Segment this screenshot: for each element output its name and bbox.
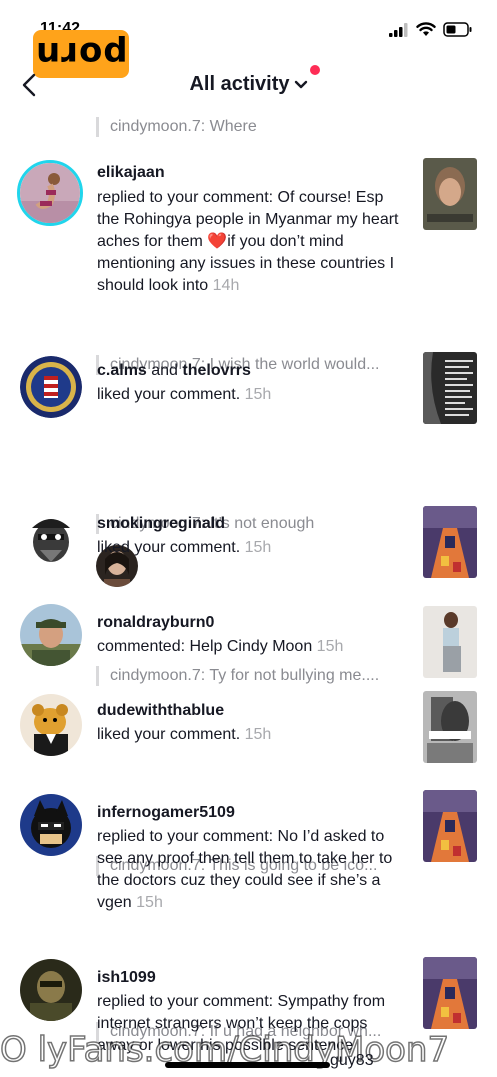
avatar[interactable]	[20, 506, 82, 568]
video-thumbnail[interactable]	[423, 691, 477, 763]
username-group: c.alms and thelovrrs	[97, 362, 251, 379]
signal-icon	[389, 22, 408, 37]
avatar[interactable]	[20, 959, 82, 1021]
thumbnail-image	[423, 957, 477, 1029]
timestamp: 14h	[212, 277, 240, 294]
chevron-down-icon	[294, 80, 307, 88]
timestamp: 15h	[316, 638, 344, 655]
avatar-image	[20, 163, 80, 223]
timestamp: 15h	[136, 894, 163, 911]
home-indicator[interactable]	[165, 1062, 330, 1068]
avatar[interactable]	[20, 356, 82, 418]
activity-text: replied to your comment: Of course! Esp …	[97, 189, 399, 294]
video-thumbnail[interactable]	[423, 957, 477, 1029]
avatar[interactable]	[17, 160, 83, 226]
avatar[interactable]	[20, 794, 82, 856]
activity-text: liked your comment. 15h	[97, 726, 272, 743]
avatar-image	[20, 694, 82, 756]
activity-text: replied to your comment: No I’d asked to…	[97, 828, 393, 911]
thumbnail-image	[423, 691, 477, 763]
page-title: All activity	[189, 73, 290, 95]
username[interactable]: ronaldrayburn0	[97, 614, 214, 632]
watermark-overlay: guy83	[330, 1052, 374, 1069]
thumbnail-image	[423, 352, 477, 424]
comment-quote[interactable]: cindymoon.7: Where	[96, 117, 257, 137]
username[interactable]: elikajaan	[97, 164, 165, 182]
thumbnail-image	[423, 606, 477, 678]
activity-text: liked your comment. 15h	[97, 539, 272, 556]
timestamp: 15h	[244, 539, 272, 556]
activity-text: commented: Help Cindy Moon 15h	[97, 638, 344, 655]
thumbnail-image	[423, 790, 477, 862]
username[interactable]: smokingreginald	[97, 515, 225, 533]
timestamp: 15h	[244, 726, 272, 743]
battery-icon	[443, 22, 472, 37]
username[interactable]: thelovrrs	[182, 362, 250, 379]
activity-text: liked your comment. 15h	[97, 386, 272, 403]
avatar[interactable]	[20, 604, 82, 666]
avatar-image	[20, 794, 82, 856]
status-icons	[389, 22, 473, 37]
username[interactable]: c.alms	[97, 362, 147, 379]
avatar[interactable]	[20, 694, 82, 756]
username[interactable]: ish1099	[97, 969, 156, 987]
video-thumbnail[interactable]	[423, 158, 477, 230]
username[interactable]: infernogamer5109	[97, 804, 235, 822]
video-thumbnail[interactable]	[423, 352, 477, 424]
video-thumbnail[interactable]	[423, 606, 477, 678]
quote-bar	[96, 117, 99, 137]
avatar-image	[20, 604, 82, 666]
avatar-image	[20, 506, 82, 568]
video-thumbnail[interactable]	[423, 506, 477, 578]
username[interactable]: dudewiththablue	[97, 702, 224, 720]
timestamp: 15h	[244, 386, 272, 403]
video-thumbnail[interactable]	[423, 790, 477, 862]
wifi-icon	[416, 22, 436, 36]
notification-dot	[310, 65, 320, 75]
avatar-image	[20, 959, 82, 1021]
thumbnail-image	[423, 506, 477, 578]
thumbnail-image	[423, 158, 477, 230]
fbi-seal-icon	[20, 356, 82, 418]
activity-filter-dropdown[interactable]: All activity	[0, 73, 497, 96]
comment-quote[interactable]: cindymoon.7: Ty for not bullying me....	[96, 666, 379, 686]
header: All activity	[0, 60, 497, 110]
